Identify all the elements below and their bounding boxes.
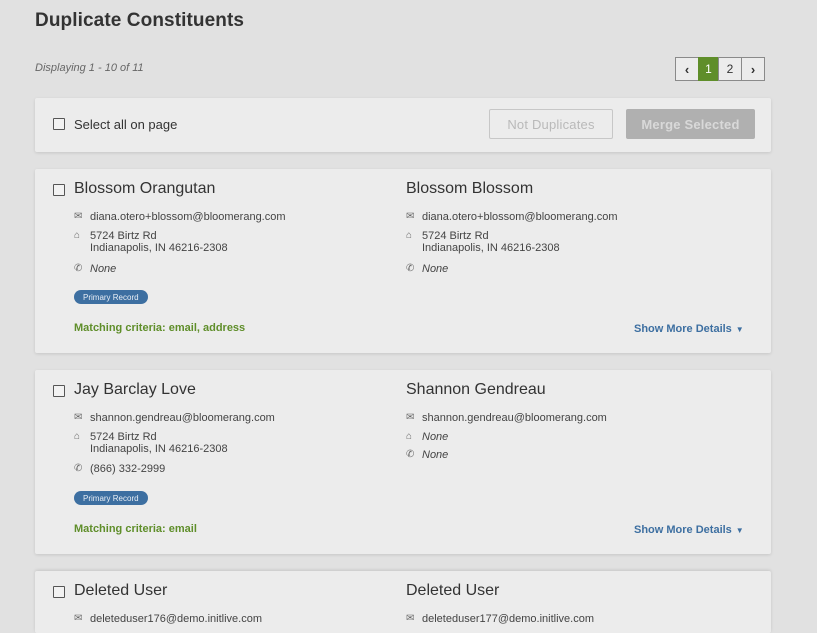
email-icon: ✉ bbox=[406, 211, 415, 222]
left-phone-row: ✆ (866) 332-2999 bbox=[74, 463, 166, 475]
right-constituent-name[interactable]: Blossom Blossom bbox=[406, 180, 533, 198]
right-phone-row: ✆ None bbox=[406, 449, 449, 461]
select-all-checkbox[interactable] bbox=[53, 118, 65, 130]
email-icon: ✉ bbox=[406, 412, 415, 423]
duplicate-pair-card: Blossom Orangutan ✉ diana.otero+blossom@b… bbox=[35, 169, 771, 353]
select-all-label: Select all on page bbox=[74, 117, 178, 132]
email-icon: ✉ bbox=[74, 211, 83, 222]
bulk-actions-bar: Select all on page Not Duplicates Merge … bbox=[35, 98, 771, 152]
phone-icon: ✆ bbox=[406, 449, 415, 460]
page-title: Duplicate Constituents bbox=[35, 10, 245, 31]
caret-down-icon: ▼ bbox=[735, 526, 744, 535]
left-constituent-name[interactable]: Blossom Orangutan bbox=[74, 180, 215, 198]
results-count: Displaying 1 - 10 of 11 bbox=[35, 62, 144, 74]
chevron-left-icon[interactable]: ‹ bbox=[675, 57, 699, 81]
phone-icon: ✆ bbox=[406, 263, 415, 274]
right-address-row: ⌂ 5724 Birtz Rd Indianapolis, IN 46216-230… bbox=[406, 230, 560, 254]
phone-icon: ✆ bbox=[74, 263, 83, 274]
primary-record-badge: Primary Record bbox=[74, 290, 148, 304]
left-email-row: ✉ shannon.gendreau@bloomerang.com bbox=[74, 412, 275, 424]
not-duplicates-button[interactable]: Not Duplicates bbox=[489, 109, 613, 139]
home-icon: ⌂ bbox=[74, 431, 81, 442]
pagination: ‹ 1 2 › bbox=[675, 57, 765, 81]
show-more-details-link[interactable]: Show More Details ▼ bbox=[634, 524, 744, 536]
page: Duplicate Constituents Displaying 1 - 10… bbox=[0, 0, 817, 633]
email-icon: ✉ bbox=[406, 613, 415, 624]
phone-icon: ✆ bbox=[74, 463, 83, 474]
pair-checkbox[interactable] bbox=[53, 385, 65, 397]
home-icon: ⌂ bbox=[406, 230, 413, 241]
right-address-row: ⌂ None bbox=[406, 431, 449, 443]
duplicate-pair-card: Jay Barclay Love ✉ shannon.gendreau@bloom… bbox=[35, 370, 771, 554]
right-constituent-name[interactable]: Shannon Gendreau bbox=[406, 381, 546, 399]
right-email-row: ✉ shannon.gendreau@bloomerang.com bbox=[406, 412, 607, 424]
primary-record-badge: Primary Record bbox=[74, 491, 148, 505]
email-icon: ✉ bbox=[74, 613, 83, 624]
pair-checkbox[interactable] bbox=[53, 184, 65, 196]
home-icon: ⌂ bbox=[406, 431, 413, 442]
home-icon: ⌂ bbox=[74, 230, 81, 241]
left-constituent-name[interactable]: Deleted User bbox=[74, 582, 167, 600]
email-icon: ✉ bbox=[74, 412, 83, 423]
merge-selected-button[interactable]: Merge Selected bbox=[626, 109, 755, 139]
right-constituent-name[interactable]: Deleted User bbox=[406, 582, 499, 600]
pair-checkbox[interactable] bbox=[53, 586, 65, 598]
right-email-row: ✉ deleteduser177@demo.initlive.com bbox=[406, 613, 594, 625]
left-email-row: ✉ diana.otero+blossom@bloomerang.com bbox=[74, 211, 286, 223]
right-phone-row: ✆ None bbox=[406, 263, 449, 275]
chevron-right-icon[interactable]: › bbox=[741, 57, 765, 81]
matching-criteria: Matching criteria: email, address bbox=[74, 322, 246, 334]
left-address-row: ⌂ 5724 Birtz Rd Indianapolis, IN 46216-230… bbox=[74, 230, 228, 254]
left-phone-row: ✆ None bbox=[74, 263, 117, 275]
right-email-row: ✉ diana.otero+blossom@bloomerang.com bbox=[406, 211, 618, 223]
show-more-details-link[interactable]: Show More Details ▼ bbox=[634, 323, 744, 335]
page-2-button[interactable]: 2 bbox=[718, 57, 742, 81]
duplicate-pair-card: Deleted User ✉ deleteduser176@demo.initli… bbox=[35, 571, 771, 633]
left-address-row: ⌂ 5724 Birtz Rd Indianapolis, IN 46216-230… bbox=[74, 431, 228, 455]
left-email-row: ✉ deleteduser176@demo.initlive.com bbox=[74, 613, 262, 625]
caret-down-icon: ▼ bbox=[735, 325, 744, 334]
left-constituent-name[interactable]: Jay Barclay Love bbox=[74, 381, 196, 399]
matching-criteria: Matching criteria: email bbox=[74, 523, 197, 535]
page-1-button[interactable]: 1 bbox=[698, 57, 719, 81]
